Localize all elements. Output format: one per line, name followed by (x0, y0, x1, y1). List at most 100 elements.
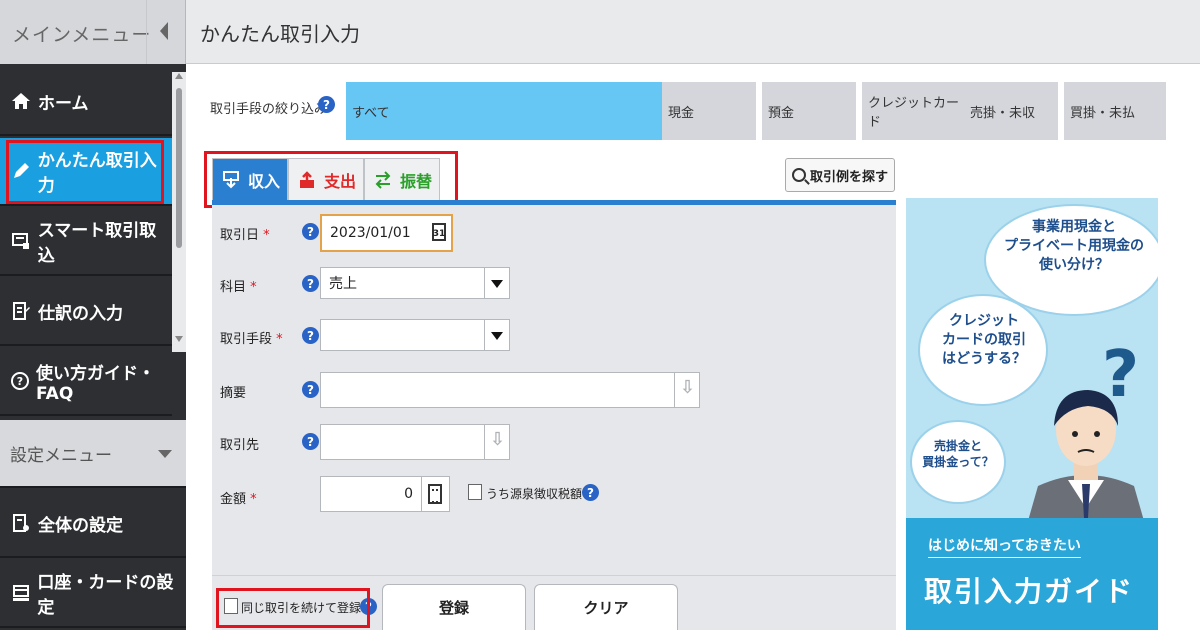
withholding-label: うち源泉徴収税額 (486, 487, 583, 501)
clear-button[interactable]: クリア (534, 584, 678, 630)
arrow-down-icon[interactable]: ⇩ (490, 429, 505, 450)
sidebar-item-general-settings[interactable]: 全体の設定 (0, 490, 186, 558)
sidebar-item-account-card-settings[interactable]: 口座・カードの設定 (0, 560, 186, 628)
filter-option-all[interactable]: すべて (346, 82, 662, 140)
date-value: 2023/01/01 (330, 225, 411, 241)
method-label: 取引手段 * (220, 328, 283, 347)
filter-option-payable[interactable]: 買掛・未払 (1064, 82, 1166, 140)
filter-option-credit-card[interactable]: クレジットカード (862, 82, 964, 140)
scroll-up-icon[interactable] (175, 73, 183, 79)
sidebar-scroll-thumb[interactable] (176, 88, 182, 248)
calendar-day: 31 (432, 229, 446, 239)
filter-option-receivable[interactable]: 売掛・未収 (964, 82, 1058, 140)
main-menu-label: メインメニュー (12, 24, 152, 46)
chevron-down-icon (158, 450, 172, 458)
sidebar-item-label: スマート取引取込 (37, 221, 157, 266)
register-button[interactable]: 登録 (382, 584, 526, 630)
account-label: 科目 * (220, 276, 257, 295)
svg-text:?: ? (17, 375, 23, 388)
account-select[interactable]: 売上 (320, 267, 510, 299)
clear-label: クリア (583, 599, 629, 617)
card-icon (10, 582, 31, 604)
amount-value: 0 (404, 486, 413, 502)
input-divider (674, 373, 675, 407)
highlight-box (6, 140, 164, 204)
sidebar-item-label: 仕訳の入力 (38, 303, 123, 324)
menu-header-divider (146, 0, 147, 64)
method-select[interactable] (320, 319, 510, 351)
settings-menu-label: 設定メニュー (10, 445, 112, 466)
scroll-down-icon[interactable] (175, 336, 183, 342)
guide-banner[interactable]: 事業用現金と プライベート用現金の 使い分け？ クレジット カードの取引 はどう… (906, 198, 1158, 630)
input-divider (484, 425, 485, 459)
select-divider (484, 319, 485, 351)
journal-icon (10, 300, 32, 322)
filter-label: 取引手段の絞り込み (210, 102, 328, 117)
sidebar-item-smart-import[interactable]: スマート取引取込 (0, 208, 172, 276)
filter-option-label: 買掛・未払 (1070, 105, 1136, 121)
sidebar-item-home[interactable]: ホーム (0, 68, 172, 136)
sidebar-item-journal[interactable]: 仕訳の入力 (0, 278, 172, 346)
memo-input[interactable] (320, 372, 700, 408)
required-mark: * (250, 280, 257, 295)
settings-doc-icon (10, 512, 32, 534)
required-mark: * (276, 332, 283, 347)
help-icon[interactable]: ? (318, 96, 335, 113)
page-title: かんたん取引入力 (200, 22, 360, 46)
sidebar-item-label: 全体の設定 (38, 515, 123, 536)
home-icon (10, 90, 32, 112)
filter-option-label: 預金 (768, 105, 795, 121)
banner-title: 取引入力ガイド (924, 575, 1135, 608)
account-label-text: 科目 (220, 280, 247, 295)
filter-option-label: クレジットカード (868, 96, 960, 130)
sidebar-item-label: ホーム (38, 93, 89, 114)
help-icon: ? (10, 370, 30, 392)
chevron-down-icon[interactable] (491, 332, 503, 340)
banner-subtitle: はじめに知っておきたい (928, 535, 1081, 558)
amount-label-text: 金額 (220, 492, 247, 507)
select-divider (484, 267, 485, 299)
help-icon[interactable]: ? (302, 327, 319, 344)
filter-option-label: 現金 (668, 105, 695, 121)
help-icon[interactable]: ? (302, 275, 319, 292)
top-header: メインメニュー かんたん取引入力 (0, 0, 1200, 64)
help-icon[interactable]: ? (302, 381, 319, 398)
help-icon[interactable]: ? (582, 484, 599, 501)
bubble-text: 事業用現金と プライベート用現金の 使い分け？ (1004, 219, 1144, 273)
memo-label: 摘要 (220, 386, 247, 401)
withholding-checkbox[interactable] (468, 484, 482, 500)
required-mark: * (263, 228, 270, 243)
filter-option-cash[interactable]: 現金 (662, 82, 756, 140)
calculator-icon[interactable] (428, 484, 442, 504)
search-icon (791, 168, 806, 182)
import-icon (10, 230, 32, 252)
chevron-down-icon[interactable] (491, 280, 503, 288)
sidebar-item-label: 使い方ガイド・FAQ (36, 363, 155, 404)
sidebar-item-guide-faq[interactable]: ? 使い方ガイド・FAQ (0, 348, 172, 416)
partner-label: 取引先 (220, 438, 260, 453)
question-mark: ? (1102, 338, 1140, 412)
date-label-text: 取引日 (220, 228, 260, 243)
arrow-down-icon[interactable]: ⇩ (680, 377, 695, 398)
register-label: 登録 (438, 599, 469, 617)
partner-input[interactable] (320, 424, 510, 460)
help-icon[interactable]: ? (302, 223, 319, 240)
filter-option-label: すべて (352, 105, 390, 121)
sidebar-item-label: 口座・カードの設定 (37, 573, 174, 618)
main-menu-header: メインメニュー (0, 0, 186, 64)
method-label-text: 取引手段 (220, 332, 273, 347)
collapse-menu-icon[interactable] (160, 22, 168, 40)
find-example-button[interactable]: 取引例を探す (785, 158, 895, 192)
date-label: 取引日 * (220, 224, 270, 243)
find-example-label: 取引例を探す (809, 169, 888, 185)
help-icon[interactable]: ? (302, 433, 319, 450)
account-value: 売上 (329, 276, 357, 292)
settings-menu-header[interactable]: 設定メニュー (0, 420, 186, 488)
bubble-text: クレジット カードの取引 はどうする？ (942, 313, 1026, 367)
calendar-icon[interactable]: 31 (432, 223, 446, 241)
filter-option-label: 売掛・未収 (970, 105, 1036, 121)
filter-option-deposit[interactable]: 預金 (762, 82, 856, 140)
amount-label: 金額 * (220, 488, 257, 507)
bubble-text: 売掛金と 買掛金って？ (922, 439, 994, 470)
input-divider (421, 477, 422, 511)
